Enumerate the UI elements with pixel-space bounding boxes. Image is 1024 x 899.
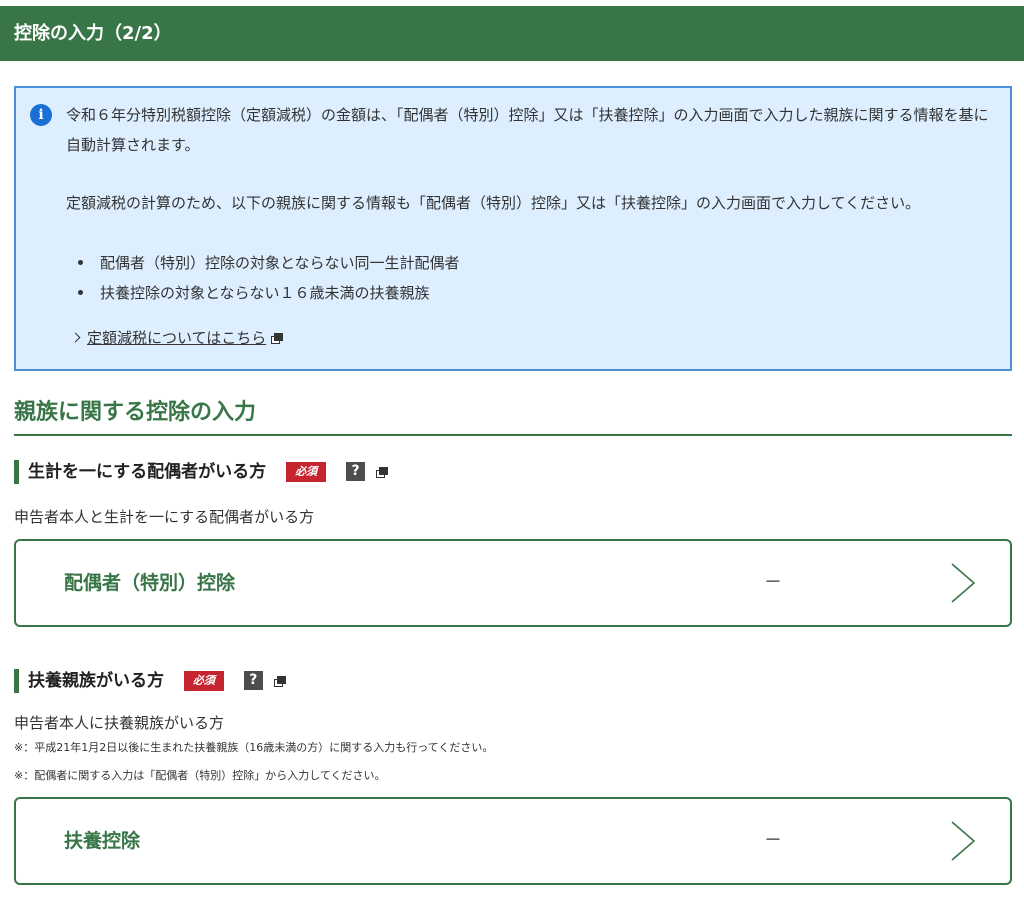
info-notice: i 令和６年分特別税額控除（定額減税）の金額は、「配偶者（特別）控除」又は「扶養… xyxy=(14,86,1012,371)
info-paragraph: 令和６年分特別税額控除（定額減税）の金額は、「配偶者（特別）控除」又は「扶養控除… xyxy=(66,106,989,154)
list-item-label: 扶養控除の対象とならない１６歳未満の扶養親族 xyxy=(100,284,430,302)
list-item-label: 配偶者（特別）控除の対象とならない同一生計配偶者 xyxy=(100,254,460,272)
dependents-deduction-button[interactable]: 扶養控除 － xyxy=(14,797,1012,885)
dependents-heading: 扶養親族がいる方 必須 ? xyxy=(14,668,286,694)
heading-bar-accent xyxy=(14,669,19,693)
list-item: 配偶者（特別）控除の対象とならない同一生計配偶者 xyxy=(66,248,460,278)
chevron-right-icon xyxy=(951,821,976,861)
external-window-icon[interactable] xyxy=(375,467,388,478)
fixed-tax-reduction-link[interactable]: 定額減税についてはこちら xyxy=(87,329,266,347)
spouse-deduction-value: － xyxy=(764,572,782,593)
dependents-deduction-value: － xyxy=(764,830,782,851)
spouse-heading: 生計を一にする配偶者がいる方 必須 ? xyxy=(14,459,388,485)
info-paragraph: 定額減税の計算のため、以下の親族に関する情報も「配偶者（特別）控除」又は「扶養控… xyxy=(66,194,921,212)
external-window-icon[interactable] xyxy=(271,333,284,344)
heading-bar-accent xyxy=(14,460,19,484)
page: 控除の入力（2/2） i 令和６年分特別税額控除（定額減税）の金額は、「配偶者（… xyxy=(0,0,1024,899)
page-title: 控除の入力（2/2） xyxy=(14,23,172,44)
info-link-row: 定額減税についてはこちら xyxy=(70,326,284,350)
required-badge: 必須 xyxy=(183,671,224,691)
help-button[interactable]: ? xyxy=(243,671,263,690)
dependents-deduction-label: 扶養控除 xyxy=(64,830,141,852)
info-bullet-list: 配偶者（特別）控除の対象とならない同一生計配偶者 扶養控除の対象とならない１６歳… xyxy=(66,248,460,308)
dependents-description: 申告者本人に扶養親族がいる方 xyxy=(14,714,225,732)
chevron-right-icon xyxy=(70,332,81,343)
spouse-deduction-button[interactable]: 配偶者（特別）控除 － xyxy=(14,539,1012,627)
page-header: 控除の入力（2/2） xyxy=(0,6,1024,61)
help-button[interactable]: ? xyxy=(346,462,366,481)
dependents-note: ※：平成21年1月2日以後に生まれた扶養親族（16歳未満の方）に関する入力も行っ… xyxy=(14,741,494,754)
external-window-icon[interactable] xyxy=(273,676,286,687)
dependents-note: ※：配偶者に関する入力は「配偶者（特別）控除」から入力してください。 xyxy=(14,769,386,782)
bullet-icon xyxy=(78,290,83,295)
spouse-heading-label: 生計を一にする配偶者がいる方 xyxy=(28,462,267,482)
section-title: 親族に関する控除の入力 xyxy=(14,396,1012,436)
spouse-deduction-label: 配偶者（特別）控除 xyxy=(64,572,236,594)
info-icon: i xyxy=(30,104,52,126)
required-badge: 必須 xyxy=(286,462,327,482)
dependents-heading-label: 扶養親族がいる方 xyxy=(28,671,164,691)
list-item: 扶養控除の対象とならない１６歳未満の扶養親族 xyxy=(66,278,460,308)
bullet-icon xyxy=(78,260,83,265)
chevron-right-icon xyxy=(951,563,976,603)
spouse-description: 申告者本人と生計を一にする配偶者がいる方 xyxy=(14,508,315,526)
